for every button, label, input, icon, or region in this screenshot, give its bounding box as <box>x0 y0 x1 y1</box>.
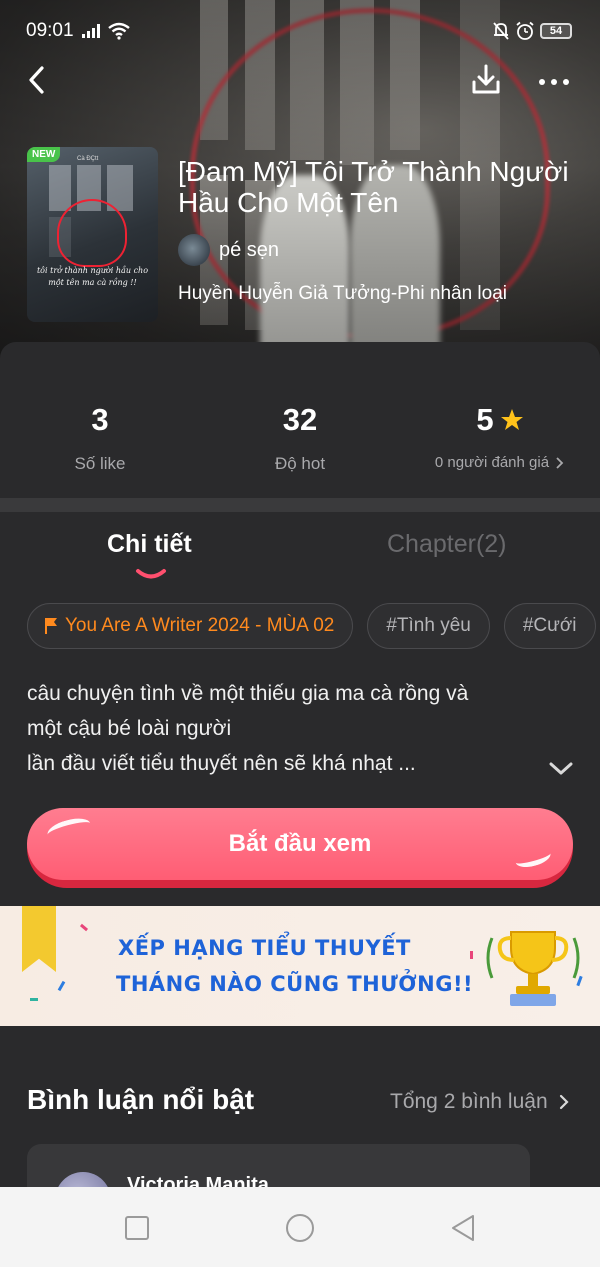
author-avatar <box>178 234 210 266</box>
stat-rating[interactable]: 5 0 người đánh giá <box>400 380 600 498</box>
section-divider <box>0 498 600 512</box>
comments-total-label: Tổng 2 bình luận <box>390 1090 548 1113</box>
home-icon[interactable] <box>284 1212 316 1244</box>
hot-label: Độ hot <box>274 454 326 473</box>
flag-icon <box>45 618 57 634</box>
rating-value: 5 <box>476 402 494 437</box>
trophy-icon <box>486 931 580 1006</box>
ribbon-icon <box>22 906 56 972</box>
back-icon[interactable] <box>22 62 58 98</box>
status-time: 09:01 <box>26 20 74 41</box>
description-line: một cậu bé loài người <box>27 717 232 740</box>
banner-line1: XẾP HẠNG TIỂU THUYẾT <box>118 936 411 960</box>
tab-detail[interactable]: Chi tiết <box>107 530 192 559</box>
signal-icon <box>82 24 100 38</box>
tag-love[interactable]: #Tình yêu <box>367 603 490 649</box>
stat-hot: 32 Độ hot <box>200 380 400 498</box>
more-icon[interactable] <box>534 62 574 98</box>
recent-apps-icon[interactable] <box>122 1213 152 1243</box>
likes-count: 3 <box>91 402 109 437</box>
chevron-down-icon[interactable] <box>546 756 576 780</box>
star-icon <box>500 409 523 430</box>
tag-event[interactable]: You Are A Writer 2024 - MÙA 02 <box>27 603 354 649</box>
new-badge: NEW <box>27 147 61 162</box>
book-title: [Đam Mỹ] Tôi Trở Thành Người Hầu Cho Một… <box>178 156 569 218</box>
book-genres: Huyền Huyễn Giả Tưởng-Phi nhân loại <box>178 283 508 304</box>
description-line: câu chuyện tình về một thiếu gia ma cà r… <box>27 682 469 705</box>
book-cover[interactable]: Cà ĐÇtt tôi trở thành người hầu cho một … <box>27 147 158 322</box>
start-button-label: Bắt đầu xem <box>228 830 372 857</box>
banner-line2: THÁNG NÀO CŨNG THƯỞNG!! <box>116 972 474 996</box>
stat-likes: 3 Số like <box>0 380 200 498</box>
author-name: pé sẹn <box>219 238 280 261</box>
comments-heading: Bình luận nổi bật <box>27 1084 255 1115</box>
alarm-icon <box>516 21 534 40</box>
rating-count-label: 0 người đánh giá <box>434 454 550 471</box>
cover-text: tôi trở thành người hầu cho một tên ma c… <box>36 266 149 287</box>
active-tab-indicator <box>136 569 166 579</box>
tag-label: #Cưới <box>522 615 577 636</box>
wifi-icon <box>108 22 130 40</box>
ranking-banner[interactable]: XẾP HẠNG TIỂU THUYẾT THÁNG NÀO CŨNG THƯỞ… <box>0 906 600 1026</box>
tab-bar: Chi tiết Chapter(2) <box>0 512 600 592</box>
stats-row: 3 Số like 32 Độ hot 5 0 người đánh giá <box>0 380 600 498</box>
chevron-right-icon <box>559 1094 569 1110</box>
tag-list: You Are A Writer 2024 - MÙA 02 #Tình yêu… <box>27 603 596 649</box>
status-bar: 09:01 54 <box>0 18 600 46</box>
system-nav-bar <box>0 1187 600 1267</box>
bell-off-icon <box>493 22 509 40</box>
tag-wedding[interactable]: #Cưới <box>503 603 596 649</box>
battery-icon: 54 <box>540 23 572 39</box>
tag-label: #Tình yêu <box>386 615 471 636</box>
description-line: lần đầu viết tiểu thuyết nên sẽ khá nhạt… <box>27 752 416 775</box>
chevron-right-icon <box>556 456 564 469</box>
tag-label: You Are A Writer 2024 - MÙA 02 <box>65 615 335 636</box>
likes-label: Số like <box>74 454 126 473</box>
tab-chapters[interactable]: Chapter(2) <box>387 530 507 559</box>
book-description: câu chuyện tình về một thiếu gia ma cà r… <box>27 676 547 781</box>
hot-count: 32 <box>282 402 318 437</box>
start-reading-button[interactable]: Bắt đầu xem <box>27 808 573 888</box>
download-icon[interactable] <box>468 62 504 98</box>
back-nav-icon[interactable] <box>448 1213 478 1243</box>
cover-small-title: Cà ĐÇtt <box>77 156 99 162</box>
comments-total-link[interactable]: Tổng 2 bình luận <box>390 1090 570 1114</box>
author-row[interactable]: pé sẹn <box>178 234 279 266</box>
